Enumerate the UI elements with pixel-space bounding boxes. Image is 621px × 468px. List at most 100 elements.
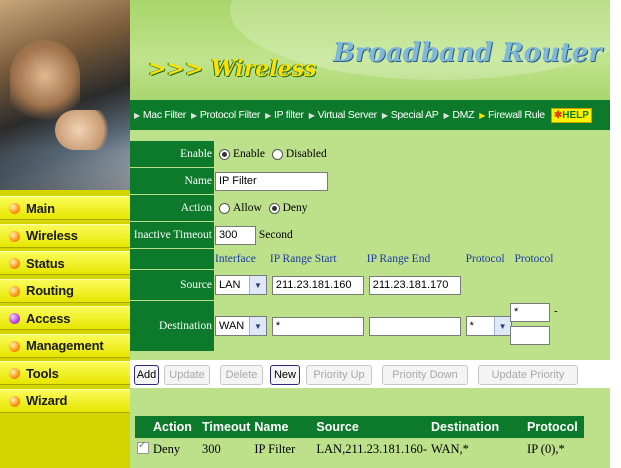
select-value: LAN <box>219 279 241 291</box>
deny-radio[interactable] <box>268 202 280 214</box>
sub-nav: ▶ Mac Filter ▶ Protocol Filter ▶ IP filter … <box>130 100 610 130</box>
rules-table: Action Timeout Name Source Destination P… <box>135 416 585 458</box>
timeout-label: Inactive Timeout <box>130 222 214 248</box>
nav-label: Firewall Rule <box>488 109 545 121</box>
orange-dot-icon <box>9 395 20 407</box>
priority-down-button[interactable]: Priority Down <box>382 365 468 385</box>
nav-label: IP filter <box>273 109 304 121</box>
nav-dmz[interactable]: ▶ DMZ <box>443 109 474 121</box>
allow-radio[interactable] <box>219 202 230 214</box>
triangle-right-icon: ▶ <box>479 110 486 120</box>
delete-button[interactable]: Delete <box>220 365 263 385</box>
port-range-group: * <box>510 303 550 345</box>
port-dash: - <box>554 305 558 317</box>
header-action: Action <box>151 416 200 438</box>
triangle-right-icon: ▶ <box>381 110 388 120</box>
sidebar-item-access[interactable]: Access <box>0 306 130 330</box>
nav-virtual-server[interactable]: ▶ Virtual Server <box>309 109 377 121</box>
row-action: Deny <box>151 438 200 458</box>
source-interface-select[interactable]: LAN ▼ <box>215 275 267 295</box>
purple-dot-icon <box>9 313 20 324</box>
enable-cell: Enable Disabled <box>214 141 610 167</box>
new-button[interactable]: New <box>270 365 300 385</box>
col-protocol: Protocol <box>465 253 505 265</box>
triangle-right-icon: ▶ <box>308 110 315 120</box>
photo-hand <box>55 110 115 150</box>
priority-up-button[interactable]: Priority Up <box>306 365 372 385</box>
nav-label: Protocol Filter <box>199 109 261 121</box>
add-button[interactable]: Add <box>134 365 159 385</box>
sidebar-item-label: Tools <box>26 365 59 381</box>
header-destination: Destination <box>429 416 526 438</box>
table-row[interactable]: Deny 300 IP Filter LAN,211.23.181.160- W… <box>135 438 585 458</box>
blank-label <box>130 249 214 269</box>
sidebar-item-tools[interactable]: Tools <box>0 361 130 385</box>
col-port: Protocol <box>514 253 554 265</box>
nav-special-ap[interactable]: ▶ Special AP <box>382 109 439 121</box>
sidebar-item-status[interactable]: Status <box>0 251 130 275</box>
chevron-down-icon: ▼ <box>249 276 266 294</box>
sidebar-item-label: Status <box>26 255 65 271</box>
orange-dot-icon <box>9 258 20 269</box>
sidebar: Main Wireless Status Routing Access Mana… <box>0 0 130 468</box>
update-priority-button[interactable]: Update Priority <box>478 365 578 385</box>
disabled-radio[interactable] <box>271 148 283 160</box>
col-ip-end: IP Range End <box>366 253 431 265</box>
rules-area: Action Timeout Name Source Destination P… <box>130 388 610 468</box>
page-margin <box>610 0 621 468</box>
dest-ip-end-input[interactable] <box>368 316 461 336</box>
sidebar-item-label: Main <box>26 200 55 216</box>
action-label: Action <box>130 195 214 221</box>
nav-ip-filter[interactable]: ▶ IP filter <box>265 109 304 121</box>
header-protocol: Protocol <box>525 416 585 438</box>
sidebar-item-wireless[interactable]: Wireless <box>0 223 130 248</box>
select-value: WAN <box>219 320 245 332</box>
help-button[interactable]: ✱HELP <box>550 107 592 123</box>
enable-label: Enable <box>130 141 214 167</box>
page-title: >>> Wireless <box>148 56 317 82</box>
sidebar-item-management[interactable]: Management <box>0 333 130 358</box>
sidebar-item-label: Wireless <box>26 228 78 243</box>
row-checkbox[interactable] <box>137 440 149 454</box>
orange-dot-icon <box>9 340 20 352</box>
orange-dot-icon <box>9 368 20 379</box>
triangle-right-icon: ▶ <box>134 110 140 120</box>
sidebar-item-label: Access <box>26 310 71 326</box>
nav-mac-filter[interactable]: ▶ Mac Filter <box>134 109 186 121</box>
timeout-input[interactable]: 300 <box>215 225 256 245</box>
triangle-right-icon: ▶ <box>443 110 450 120</box>
enable-option-label: Enable <box>233 148 265 160</box>
header-select <box>135 416 151 438</box>
sidebar-item-main[interactable]: Main <box>0 196 130 220</box>
update-button[interactable]: Update <box>164 365 210 385</box>
sidebar-item-label: Routing <box>26 283 74 298</box>
orange-dot-icon <box>9 285 20 297</box>
source-ip-start-input[interactable]: 211.23.181.160 <box>271 275 364 295</box>
name-input[interactable]: IP Filter <box>215 171 328 191</box>
dest-port-end-input[interactable] <box>510 326 550 345</box>
row-select-cell <box>135 438 151 458</box>
deny-option-label: Deny <box>282 202 308 214</box>
nav-protocol-filter[interactable]: ▶ Protocol Filter <box>191 109 260 121</box>
header-name: Name <box>252 416 315 438</box>
help-label: HELP <box>562 109 589 121</box>
nav-label: DMZ <box>452 109 475 121</box>
select-value: * <box>469 320 474 332</box>
timeout-unit: Second <box>258 228 293 241</box>
sidebar-item-wizard[interactable]: Wizard <box>0 388 130 413</box>
sidebar-menu: Main Wireless Status Routing Access Mana… <box>0 196 130 416</box>
chevron-down-icon: ▼ <box>493 317 511 335</box>
sidebar-item-label: Wizard <box>26 393 68 408</box>
enable-radio[interactable] <box>219 148 230 160</box>
nav-firewall-rule[interactable]: ▶ Firewall Rule <box>479 109 545 121</box>
dest-interface-select[interactable]: WAN ▼ <box>215 316 267 336</box>
sidebar-item-routing[interactable]: Routing <box>0 278 130 303</box>
source-ip-end-input[interactable]: 211.23.181.170 <box>368 275 461 295</box>
nav-label: Special AP <box>390 109 439 121</box>
dest-protocol-select[interactable]: * ▼ <box>465 316 512 336</box>
banner: >>> Wireless Broadband Router <box>130 0 610 100</box>
dest-ip-start-input[interactable]: * <box>271 316 364 336</box>
dest-port-start-input[interactable]: * <box>510 303 550 322</box>
row-source: LAN,211.23.181.160- <box>314 438 430 458</box>
column-headers: Interface IP Range Start IP Range End Pr… <box>214 249 610 269</box>
